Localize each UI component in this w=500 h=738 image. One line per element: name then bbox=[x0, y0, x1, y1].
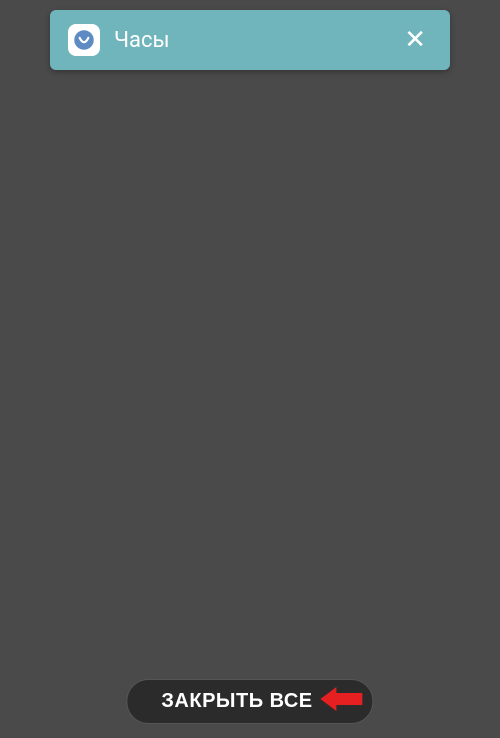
recent-app-title: Часы bbox=[114, 28, 398, 53]
recent-app-card-clock[interactable]: Часы ✕ bbox=[50, 10, 450, 70]
arrow-left-icon bbox=[321, 686, 363, 718]
clock-icon bbox=[68, 24, 100, 56]
close-icon[interactable]: ✕ bbox=[398, 19, 432, 61]
close-all-label: ЗАКРЫТЬ ВСЕ bbox=[161, 690, 312, 713]
close-all-button[interactable]: ЗАКРЫТЬ ВСЕ bbox=[126, 679, 373, 724]
